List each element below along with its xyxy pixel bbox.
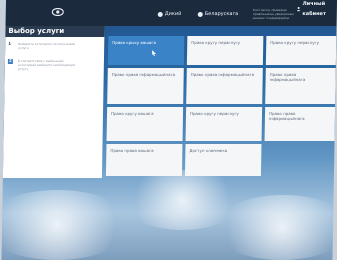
service-tile-label: Право кругу пераслугу	[270, 40, 320, 45]
service-tile[interactable]: Право права інфармацыйнага	[186, 68, 263, 104]
language-label-1: Дикий	[164, 11, 182, 17]
step-number: 1	[8, 41, 12, 46]
language-label-2: Беларускага	[204, 11, 239, 17]
sidebar-title: Выбор услуги	[5, 26, 105, 37]
service-tile[interactable]: Право права інфармацыйнага	[264, 107, 336, 141]
service-tile-label: Право кругу пераслугу	[191, 40, 241, 45]
service-tile-label: Право права вашага	[110, 148, 154, 153]
service-tile[interactable]: Право права вашага	[105, 144, 183, 176]
service-tile[interactable]: Право кругу пераслугу	[265, 36, 337, 65]
language-button-1[interactable]: Дикий	[157, 9, 182, 19]
screen: Дикий Беларускага Калі ласка, праверце п…	[1, 0, 337, 260]
top-bar: Дикий Беларускага Калі ласка, праверце п…	[5, 0, 337, 26]
service-tile-label: Право кругу пераслугу	[189, 111, 239, 116]
step-text: В соответствии с выбранной категорией вы…	[17, 59, 76, 71]
service-tile-label: Право права інфармацыйнага	[190, 72, 255, 77]
service-tile-label: Право кругу вашага	[110, 111, 154, 116]
step-text: Выберите категорию по получению услуги	[18, 42, 76, 50]
service-tile-label: Право крыху вашага	[112, 40, 156, 45]
language-button-2[interactable]: Беларускага	[197, 9, 239, 19]
eye-icon[interactable]	[51, 8, 64, 16]
service-tile-label: Право права інфармацыйнага	[269, 72, 306, 82]
radio-dot-icon	[157, 11, 163, 17]
personal-cabinet-button[interactable]: Личный кабинет	[296, 1, 337, 17]
service-tile[interactable]: Право кругу вашага	[106, 107, 184, 141]
service-tile[interactable]: Право кругу пераслугу	[185, 107, 263, 141]
service-tile[interactable]: Право крыху вашага	[107, 36, 185, 65]
service-tile-label: Доступ ключевіка	[189, 148, 228, 153]
service-tile[interactable]: Право кругу пераслугу	[186, 36, 264, 65]
service-tiles-grid: Право крыху вашага Право кругу пераслугу…	[105, 36, 337, 176]
sidebar: Выбор услуги 1 Выберите категорию по пол…	[2, 26, 105, 178]
service-tile-label: Право права інфармацыйнага	[111, 72, 176, 77]
cloud-decoration	[211, 195, 337, 260]
user-icon	[296, 6, 301, 12]
step-number: 2	[7, 58, 13, 64]
service-tile-label: Право права інфармацыйнага	[268, 111, 305, 121]
service-tile[interactable]: Право права інфармацыйнага	[107, 68, 184, 104]
personal-cabinet-label: Личный кабинет	[302, 1, 326, 17]
cloud-decoration	[1, 190, 133, 260]
service-tile[interactable]: Право права інфармацыйнага	[265, 68, 336, 104]
pointer-icon	[152, 50, 157, 56]
radio-dot-icon	[197, 11, 203, 17]
service-tile[interactable]: Доступ ключевіка	[184, 144, 262, 176]
header-info-text: Калі ласка, праверце правільнасць уведзе…	[252, 8, 294, 20]
